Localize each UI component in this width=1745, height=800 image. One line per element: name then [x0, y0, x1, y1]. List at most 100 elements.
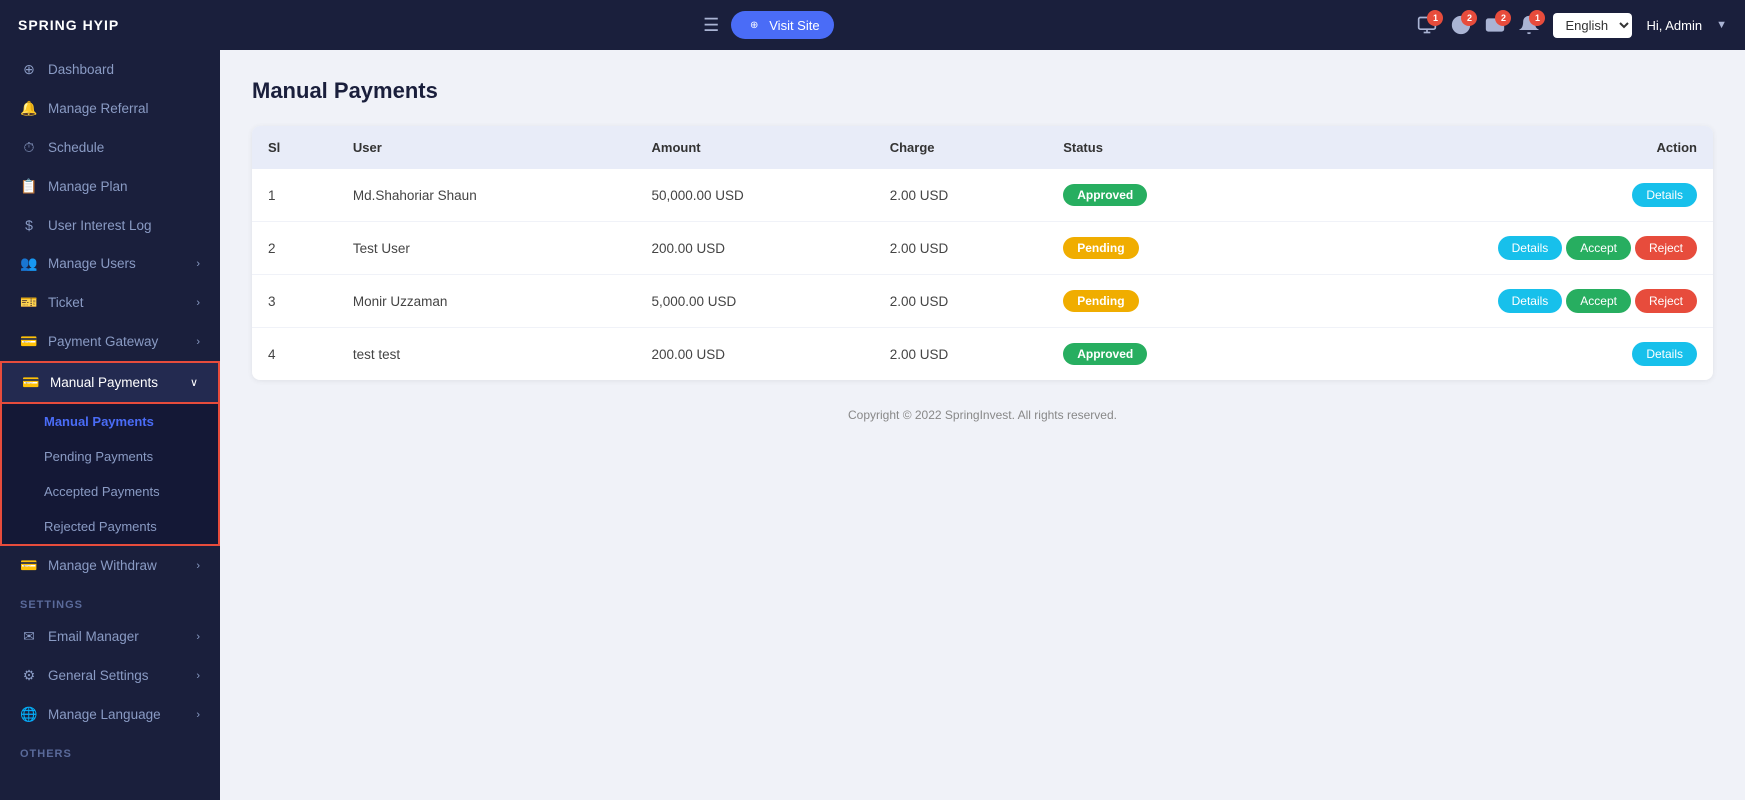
dashboard-icon: ⊕ — [20, 61, 38, 78]
cell-amount: 50,000.00 USD — [636, 169, 874, 222]
main-content: Manual Payments Sl User Amount Charge St… — [220, 50, 1745, 800]
cell-sl: 1 — [252, 169, 337, 222]
col-header-charge: Charge — [874, 126, 1047, 169]
submenu-item-manual-payments[interactable]: Manual Payments — [2, 404, 218, 439]
col-header-status: Status — [1047, 126, 1269, 169]
cell-user: Md.Shahoriar Shaun — [337, 169, 636, 222]
details-button[interactable]: Details — [1632, 183, 1697, 207]
submenu-item-rejected-payments[interactable]: Rejected Payments — [2, 509, 218, 544]
cell-amount: 200.00 USD — [636, 222, 874, 275]
sidebar-item-label: Manage Language — [48, 707, 161, 722]
admin-label[interactable]: Hi, Admin — [1646, 18, 1702, 33]
dollar-badge: 2 — [1461, 10, 1477, 26]
cell-action: DetailsAcceptReject — [1270, 275, 1713, 328]
status-badge-approved: Approved — [1063, 184, 1147, 206]
admin-chevron-icon: ▼ — [1716, 19, 1727, 31]
chevron-right-icon: › — [196, 258, 200, 270]
table-row: 4 test test 200.00 USD 2.00 USD Approved… — [252, 328, 1713, 381]
gear-icon: ⚙ — [20, 667, 38, 684]
cell-status: Approved — [1047, 169, 1269, 222]
sidebar-item-manage-referral[interactable]: 🔔 Manage Referral — [0, 89, 220, 128]
sidebar-item-label: General Settings — [48, 668, 149, 683]
cell-amount: 200.00 USD — [636, 328, 874, 381]
reject-button[interactable]: Reject — [1635, 289, 1697, 313]
cell-amount: 5,000.00 USD — [636, 275, 874, 328]
cell-charge: 2.00 USD — [874, 222, 1047, 275]
cell-user: Monir Uzzaman — [337, 275, 636, 328]
sidebar-item-label: Manage Users — [48, 256, 136, 271]
col-header-action: Action — [1270, 126, 1713, 169]
sidebar-item-manage-plan[interactable]: 📋 Manage Plan — [0, 167, 220, 206]
sidebar: ⊕ Dashboard 🔔 Manage Referral ⏱ Schedule… — [0, 50, 220, 800]
details-button[interactable]: Details — [1498, 236, 1563, 260]
bell-icon-badge[interactable]: 1 — [1519, 15, 1539, 35]
sidebar-item-label: Manage Referral — [48, 101, 149, 116]
payment-gateway-icon: 💳 — [20, 333, 38, 350]
sidebar-item-payment-gateway[interactable]: 💳 Payment Gateway › — [0, 322, 220, 361]
reject-button[interactable]: Reject — [1635, 236, 1697, 260]
payments-table-card: Sl User Amount Charge Status Action 1 Md… — [252, 126, 1713, 380]
visit-icon: ⊕ — [745, 16, 763, 34]
card-badge: 2 — [1495, 10, 1511, 26]
table-row: 3 Monir Uzzaman 5,000.00 USD 2.00 USD Pe… — [252, 275, 1713, 328]
submenu-item-accepted-payments[interactable]: Accepted Payments — [2, 474, 218, 509]
sidebar-item-manage-withdraw[interactable]: 💳 Manage Withdraw › — [0, 546, 220, 585]
status-badge-pending: Pending — [1063, 237, 1138, 259]
sidebar-item-label: Dashboard — [48, 62, 114, 77]
cell-status: Approved — [1047, 328, 1269, 381]
cell-action: DetailsAcceptReject — [1270, 222, 1713, 275]
page-title: Manual Payments — [252, 78, 1713, 104]
main-layout: ⊕ Dashboard 🔔 Manage Referral ⏱ Schedule… — [0, 50, 1745, 800]
sidebar-item-general-settings[interactable]: ⚙ General Settings › — [0, 656, 220, 695]
users-icon: 👥 — [20, 255, 38, 272]
submenu-item-pending-payments[interactable]: Pending Payments — [2, 439, 218, 474]
schedule-icon: ⏱ — [20, 139, 38, 156]
sidebar-item-label: User Interest Log — [48, 218, 152, 233]
dollar-icon-badge[interactable]: $ 2 — [1451, 15, 1471, 35]
sidebar-item-label: Schedule — [48, 140, 104, 155]
withdraw-icon: 💳 — [20, 557, 38, 574]
manual-payments-icon: 💳 — [22, 374, 40, 391]
accept-button[interactable]: Accept — [1566, 236, 1631, 260]
cell-charge: 2.00 USD — [874, 328, 1047, 381]
monitor-icon-badge[interactable]: 1 — [1417, 15, 1437, 35]
cell-charge: 2.00 USD — [874, 169, 1047, 222]
sidebar-item-manage-language[interactable]: 🌐 Manage Language › — [0, 695, 220, 734]
others-section-label: OTHERS — [0, 734, 220, 766]
col-header-amount: Amount — [636, 126, 874, 169]
cell-sl: 4 — [252, 328, 337, 381]
topnav-right: 1 $ 2 2 1 English Hi, Admin ▼ — [1417, 13, 1727, 38]
card-icon-badge[interactable]: 2 — [1485, 15, 1505, 35]
sidebar-item-schedule[interactable]: ⏱ Schedule — [0, 128, 220, 167]
footer-text: Copyright © 2022 SpringInvest. All right… — [252, 408, 1713, 422]
sidebar-item-ticket[interactable]: 🎫 Ticket › — [0, 283, 220, 322]
sidebar-item-user-interest-log[interactable]: $ User Interest Log — [0, 206, 220, 244]
sidebar-item-manage-users[interactable]: 👥 Manage Users › — [0, 244, 220, 283]
sidebar-item-label: Ticket — [48, 295, 84, 310]
email-icon: ✉ — [20, 628, 38, 645]
visit-site-button[interactable]: ⊕ Visit Site — [731, 11, 833, 39]
settings-section-label: SETTINGS — [0, 585, 220, 617]
interest-icon: $ — [20, 217, 38, 233]
language-select[interactable]: English — [1553, 13, 1632, 38]
details-button[interactable]: Details — [1632, 342, 1697, 366]
manual-payments-submenu: Manual Payments Pending Payments Accepte… — [0, 404, 220, 546]
plan-icon: 📋 — [20, 178, 38, 195]
cell-status: Pending — [1047, 222, 1269, 275]
col-header-user: User — [337, 126, 636, 169]
referral-icon: 🔔 — [20, 100, 38, 117]
cell-charge: 2.00 USD — [874, 275, 1047, 328]
cell-sl: 2 — [252, 222, 337, 275]
accept-button[interactable]: Accept — [1566, 289, 1631, 313]
sidebar-item-label: Payment Gateway — [48, 334, 158, 349]
sidebar-item-email-manager[interactable]: ✉ Email Manager › — [0, 617, 220, 656]
chevron-right-icon: › — [196, 560, 200, 572]
sidebar-item-dashboard[interactable]: ⊕ Dashboard — [0, 50, 220, 89]
hamburger-icon[interactable]: ☰ — [703, 15, 719, 36]
details-button[interactable]: Details — [1498, 289, 1563, 313]
table-body: 1 Md.Shahoriar Shaun 50,000.00 USD 2.00 … — [252, 169, 1713, 380]
table-row: 2 Test User 200.00 USD 2.00 USD Pending … — [252, 222, 1713, 275]
sidebar-item-manual-payments[interactable]: 💳 Manual Payments ∨ — [0, 361, 220, 404]
payments-table: Sl User Amount Charge Status Action 1 Md… — [252, 126, 1713, 380]
cell-action: Details — [1270, 328, 1713, 381]
